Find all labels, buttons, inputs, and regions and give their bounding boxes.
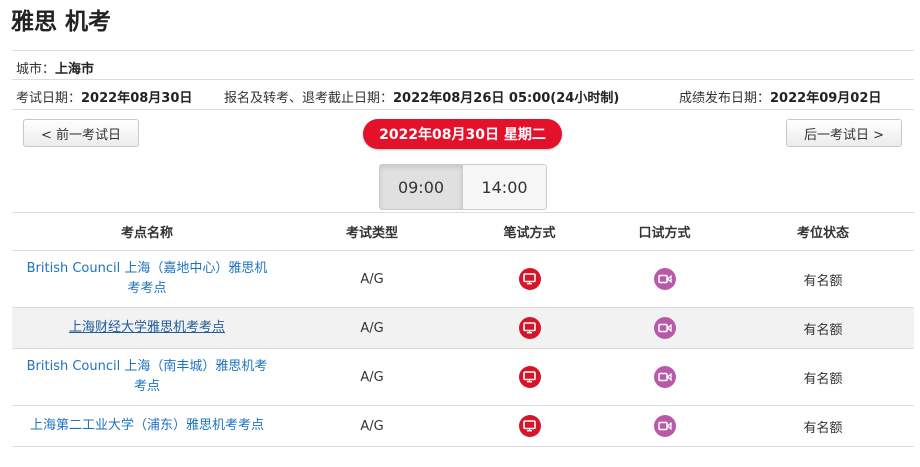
exam-type-cell: A/G <box>360 320 384 336</box>
header-exam-type: 考试类型 <box>345 226 398 241</box>
center-name-line2: 考点 <box>133 379 160 394</box>
current-date-badge: 2022年08月30日 星期二 <box>363 119 562 149</box>
deadline-label: 报名及转考、退考截止日期： <box>224 91 394 106</box>
oral-mode-cell <box>597 349 732 405</box>
city-row: 城市：上海市 <box>12 50 914 80</box>
table-row: 上海第二工业大学（浦东）雅思机考考点 A/G 有名额 <box>12 406 914 447</box>
written-mode-cell <box>462 308 597 348</box>
city-label: 城市： <box>16 62 56 77</box>
exam-date-label: 考试日期： <box>16 91 82 106</box>
header-written-mode: 笔试方式 <box>503 226 556 241</box>
header-center-name: 考点名称 <box>120 226 173 241</box>
oral-mode-cell <box>597 308 732 348</box>
time-selector: 09:00 14:00 <box>379 164 547 210</box>
computer-icon <box>518 415 541 437</box>
oral-mode-cell <box>597 406 732 446</box>
written-mode-cell <box>462 349 597 405</box>
center-link[interactable]: 上海财经大学雅思机考考点 <box>61 318 233 338</box>
video-camera-icon <box>653 366 676 388</box>
computer-icon <box>518 366 541 388</box>
center-link[interactable]: British Council 上海（南丰城）雅思机考 考点 <box>19 357 276 397</box>
oral-mode-cell <box>597 251 732 307</box>
next-exam-day-button[interactable]: 后一考试日 > <box>786 119 902 147</box>
seat-status-cell: 有名额 <box>803 322 843 338</box>
table-row: 上海财经大学雅思机考考点 A/G 有名额 <box>12 308 914 349</box>
center-name-line2: 考考点 <box>127 281 167 296</box>
table-header: 考点名称 考试类型 笔试方式 口试方式 考位状态 <box>12 213 914 251</box>
written-mode-cell <box>462 251 597 307</box>
exam-date-value: 2022年08月30日 <box>81 91 193 106</box>
deadline-info: 报名及转考、退考截止日期：2022年08月26日 05:00(24小时制) <box>224 87 619 106</box>
city-info: 城市：上海市 <box>16 58 94 77</box>
result-date-value: 2022年09月02日 <box>770 91 882 106</box>
center-name-cell: British Council 上海（南丰城）雅思机考 考点 <box>12 349 282 405</box>
video-camera-icon <box>653 415 676 437</box>
deadline-value: 2022年08月26日 05:00(24小时制) <box>393 91 620 106</box>
computer-icon <box>518 317 541 339</box>
exam-date-info: 考试日期：2022年08月30日 <box>16 87 192 106</box>
time-option-0900[interactable]: 09:00 <box>380 165 463 209</box>
exam-type-cell: A/G <box>360 271 384 287</box>
city-value: 上海市 <box>55 62 95 77</box>
header-seat-status: 考位状态 <box>796 226 849 241</box>
header-oral-mode: 口试方式 <box>638 226 691 241</box>
center-name-cell: 上海第二工业大学（浦东）雅思机考考点 <box>12 406 282 446</box>
center-link[interactable]: British Council 上海（嘉地中心）雅思机 考考点 <box>19 259 276 299</box>
exam-type-cell: A/G <box>360 418 384 434</box>
page-title: 雅思 机考 <box>11 9 112 35</box>
time-option-1400[interactable]: 14:00 <box>463 165 546 209</box>
video-camera-icon <box>653 268 676 290</box>
seat-status-cell: 有名额 <box>803 371 843 387</box>
test-center-table: 考点名称 考试类型 笔试方式 口试方式 考位状态 British Council… <box>12 212 914 447</box>
result-date-info: 成绩发布日期：2022年09月02日 <box>679 87 881 106</box>
result-date-label: 成绩发布日期： <box>679 91 771 106</box>
center-name-line1: British Council 上海（南丰城）雅思机考 <box>26 359 268 374</box>
computer-icon <box>518 268 541 290</box>
exam-type-cell: A/G <box>360 369 384 385</box>
center-link[interactable]: 上海第二工业大学（浦东）雅思机考考点 <box>22 416 272 436</box>
seat-status-cell: 有名额 <box>803 420 843 436</box>
date-info-row: 考试日期：2022年08月30日 报名及转考、退考截止日期：2022年08月26… <box>12 79 914 110</box>
table-row: British Council 上海（南丰城）雅思机考 考点 A/G 有名额 <box>12 349 914 406</box>
prev-exam-day-button[interactable]: < 前一考试日 <box>23 119 139 147</box>
center-name-cell: 上海财经大学雅思机考考点 <box>12 308 282 348</box>
video-camera-icon <box>653 317 676 339</box>
written-mode-cell <box>462 406 597 446</box>
table-row: British Council 上海（嘉地中心）雅思机 考考点 A/G 有名额 <box>12 251 914 308</box>
seat-status-cell: 有名额 <box>803 273 843 289</box>
center-name-cell: British Council 上海（嘉地中心）雅思机 考考点 <box>12 251 282 307</box>
center-name-line1: British Council 上海（嘉地中心）雅思机 <box>26 261 268 276</box>
